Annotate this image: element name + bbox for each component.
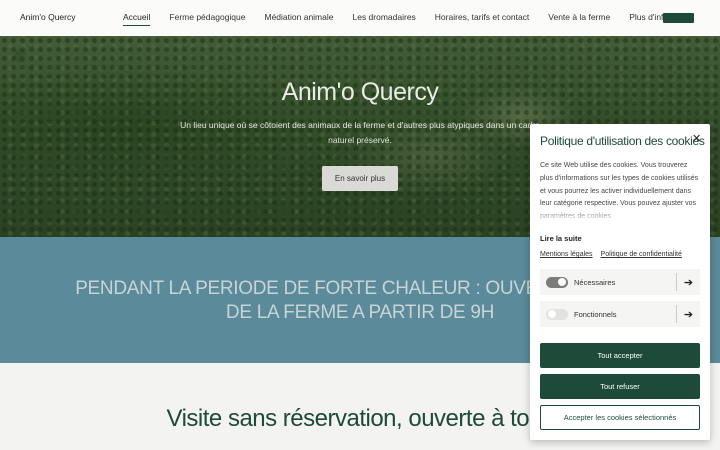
functional-toggle[interactable]	[546, 308, 568, 320]
refuse-all-button[interactable]: Tout refuser	[540, 374, 700, 399]
cookie-category-necessary: Nécessaires ➔	[540, 269, 700, 295]
menu-item-mediation-animale[interactable]: Médiation animale	[265, 12, 334, 22]
hero-title: Anim'o Quercy	[281, 78, 439, 106]
nav-action-button[interactable]	[663, 13, 694, 23]
top-navigation: Anim'o Quercy Accueil Ferme pédagogique …	[0, 0, 720, 36]
toggle-knob	[558, 278, 566, 286]
functional-label: Fonctionnels	[574, 309, 617, 319]
menu-item-accueil[interactable]: Accueil	[123, 12, 151, 26]
accept-all-button[interactable]: Tout accepter	[540, 343, 700, 368]
menu-item-vente[interactable]: Vente à la ferme	[548, 12, 610, 22]
necessary-toggle[interactable]	[546, 276, 568, 288]
menu-item-horaires[interactable]: Horaires, tarifs et contact	[435, 12, 529, 22]
hero-subtitle: Un lieu unique où se côtoient des animau…	[180, 120, 540, 145]
menu-item-dromadaires[interactable]: Les dromadaires	[352, 12, 415, 22]
site-brand[interactable]: Anim'o Quercy	[20, 12, 75, 22]
main-menu: Accueil Ferme pédagogique Médiation anim…	[123, 12, 703, 26]
learn-more-button[interactable]: En savoir plus	[322, 166, 398, 191]
cookie-description: Ce site Web utilise des cookies. Vous tr…	[540, 162, 700, 222]
arrow-right-icon[interactable]: ➔	[676, 305, 700, 323]
close-icon[interactable]: ✕	[692, 132, 701, 145]
toggle-knob	[548, 310, 556, 318]
necessary-label: Nécessaires	[574, 277, 616, 287]
read-more-link[interactable]: Lire la suite	[540, 234, 582, 243]
arrow-right-icon[interactable]: ➔	[676, 273, 700, 291]
menu-item-ferme-pedagogique[interactable]: Ferme pédagogique	[169, 12, 245, 22]
legal-notice-link[interactable]: Mentions légales	[540, 251, 593, 258]
accept-selected-button[interactable]: Accepter les cookies sélectionnés	[540, 405, 700, 430]
cookie-links: Mentions légales Politique de confidentia…	[540, 251, 682, 258]
cookie-category-functional: Fonctionnels ➔	[540, 301, 700, 327]
privacy-policy-link[interactable]: Politique de confidentialité	[601, 251, 682, 258]
cookie-consent-panel: Politique d'utilisation des cookies ✕ Ce…	[530, 124, 710, 440]
cookie-title: Politique d'utilisation des cookies	[540, 134, 705, 148]
